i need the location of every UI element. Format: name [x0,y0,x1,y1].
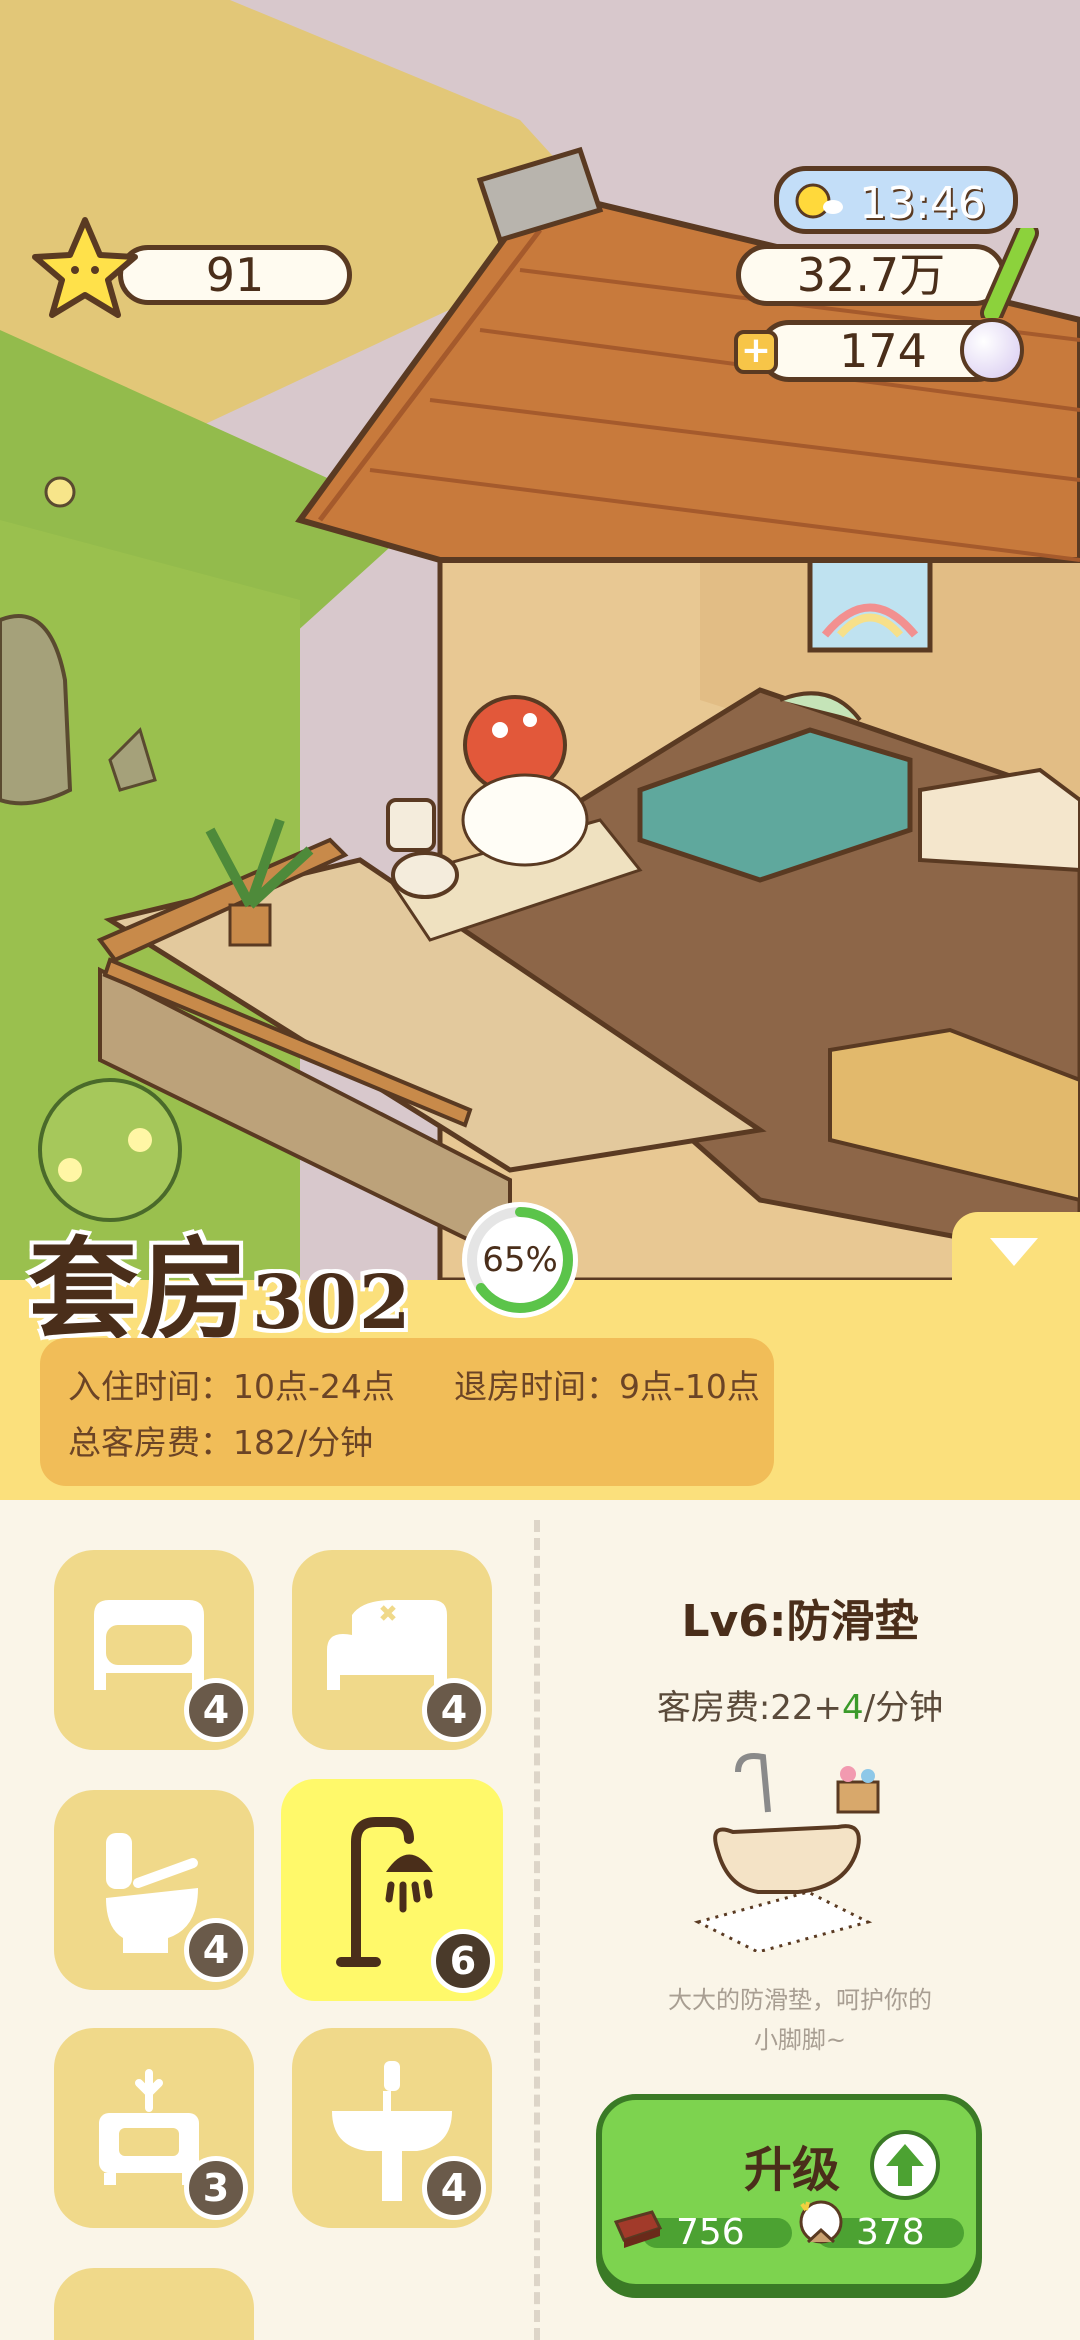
upgrade-label: 升级 [744,2142,841,2198]
checkin-time: 入住时间：10点-24点 [68,1367,395,1406]
level-badge: 4 [184,1678,248,1742]
item-title: Lv6:防滑垫 [681,1596,919,1647]
bathtub-illustration [688,1752,904,1954]
level-badge: 4 [422,2156,486,2220]
furniture-tile-partial[interactable] [54,2268,254,2340]
pearl-count: 174 [839,324,927,378]
upgrade-button[interactable]: 升级 756 378 [596,2094,982,2290]
star-pill: 91 [118,245,352,305]
wood-plank-icon [612,2208,664,2252]
level-badge: 4 [422,1678,486,1742]
furniture-tile-bed[interactable]: 4 [54,1550,254,1750]
bamboo-pill: 32.7万 [736,244,1006,306]
weather-time-pill[interactable]: 13:46 [774,166,1018,234]
furniture-tile-sofa-bed[interactable]: 4 [292,1550,492,1750]
room-info-box: 入住时间：10点-24点 退房时间：9点-10点 总客房费：182/分钟 [40,1338,774,1486]
star-icon [30,215,140,325]
cotton-icon [794,2196,848,2252]
level-badge: 6 [431,1929,495,1993]
item-fee: 客房费:22+4/分钟 [560,1680,1040,1729]
collapse-tab[interactable] [952,1212,1080,1302]
wood-cost: 756 [613,2210,792,2253]
room-number: 302 [252,1260,413,1346]
room-progress-ring: 65% [460,1200,580,1320]
add-pearl-icon[interactable]: + [734,330,778,374]
bamboo-count: 32.7万 [796,248,946,302]
wood-count: 756 [676,2212,745,2253]
arrow-up-icon [870,2130,940,2200]
checkout-time: 退房时间：9点-10点 [454,1367,760,1406]
level-badge: 3 [184,2156,248,2220]
section-divider [534,1520,540,2340]
furniture-tile-shower[interactable]: 6 [281,1779,503,2001]
total-room-fee: 总客房费：182/分钟 [68,1423,374,1462]
progress-label: 65% [482,1240,558,1280]
desc-line-1: 大大的防滑垫，呵护你的 [668,1986,932,2014]
cotton-cost: 378 [799,2200,964,2253]
chevron-down-icon [986,1234,1042,1274]
cotton-count: 378 [856,2212,925,2253]
fee-base: 客房费:22+ [656,1688,843,1728]
bamboo-counter[interactable]: 32.7万 [736,221,1039,325]
bamboo-icon [972,221,1044,325]
desc-line-2: 小脚脚~ [753,2026,847,2054]
item-description: 大大的防滑垫，呵护你的 小脚脚~ [620,1980,980,2060]
fee-increase: 4 [842,1688,864,1728]
fee-unit: /分钟 [863,1688,944,1728]
furniture-tile-toilet[interactable]: 4 [54,1790,254,1990]
furniture-tile-sink[interactable]: 4 [292,2028,492,2228]
star-count: 91 [205,248,265,302]
star-counter[interactable]: 91 [30,215,352,318]
pearl-icon [960,318,1024,382]
room-type: 套房 [28,1225,252,1354]
sun-cloud-icon [791,177,843,225]
furniture-tile-nightstand[interactable]: 3 [54,2028,254,2228]
pearl-counter[interactable]: 174 + [734,318,1034,384]
level-badge: 4 [184,1918,248,1982]
clock-time: 13:46 [859,178,986,229]
room-title: 套房302 [28,1200,412,1360]
